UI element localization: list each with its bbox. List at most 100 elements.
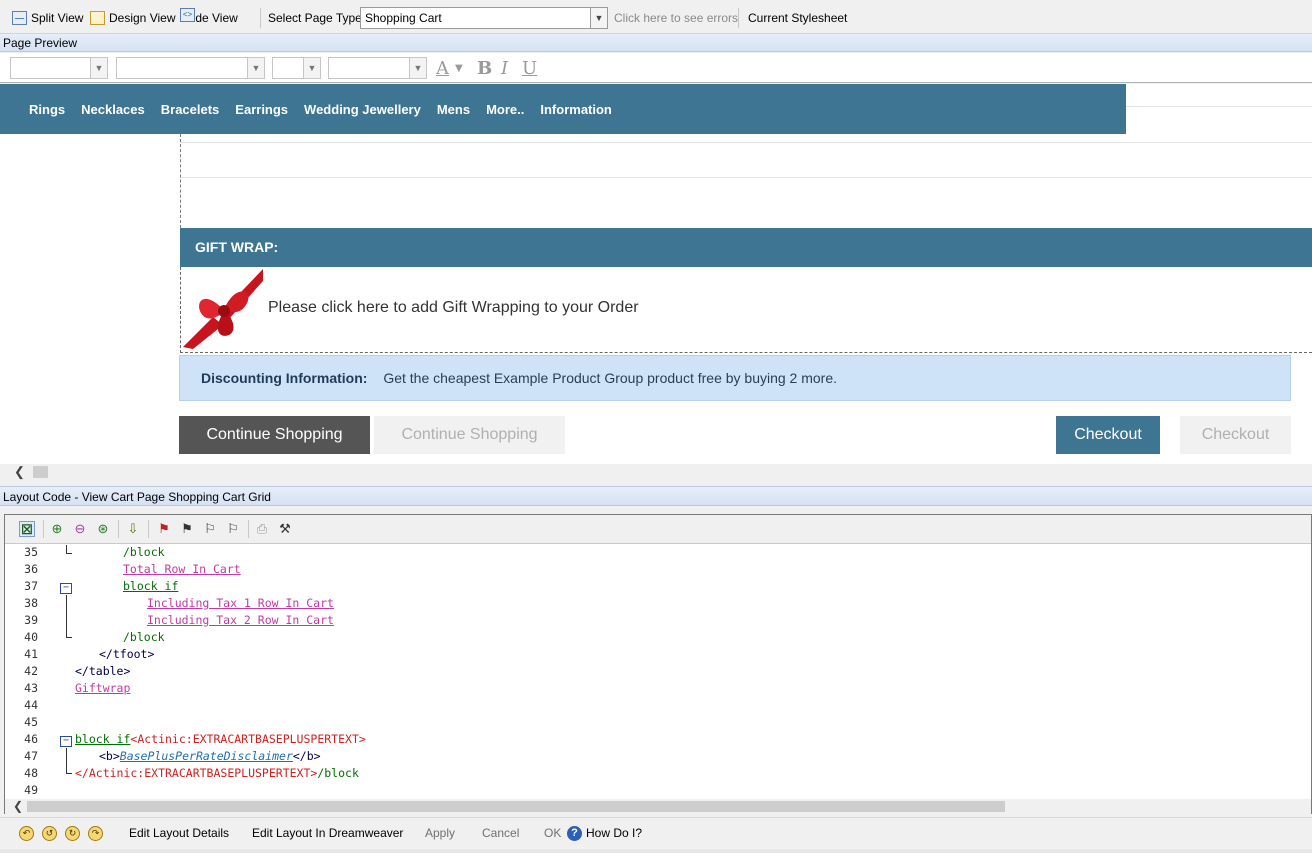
design-view-icon [90, 11, 105, 25]
how-do-i-button[interactable]: How Do I? [586, 826, 642, 840]
preview-horizontal-scrollbar[interactable]: ❮ [0, 464, 1312, 480]
bottom-action-bar: ↶ ↺ ↻ ↷ Edit Layout Details Edit Layout … [0, 817, 1312, 849]
insert-icon[interactable]: ⇩ [125, 521, 141, 537]
page-type-select[interactable]: Shopping Cart ▼ [360, 7, 608, 29]
zoom-reset-icon[interactable]: ⊛ [95, 521, 111, 537]
format-select[interactable]: ▼ [328, 57, 427, 79]
chevron-down-icon[interactable]: ▼ [590, 8, 607, 28]
current-stylesheet-button[interactable]: Current Stylesheet [748, 8, 847, 28]
giftwrap-section[interactable]: Please click here to add Gift Wrapping t… [180, 267, 1312, 353]
scrollbar-thumb[interactable] [33, 466, 48, 478]
zoom-in-icon[interactable]: ⊕ [49, 521, 65, 537]
chevron-down-icon: ▼ [247, 58, 264, 78]
code-token[interactable]: Total Row In Cart [123, 562, 241, 576]
underline-button[interactable]: U [522, 58, 537, 79]
code-line[interactable]: 35/block [5, 545, 1311, 562]
checkout-button[interactable]: Checkout [1056, 416, 1160, 454]
code-token[interactable]: block if [123, 579, 178, 593]
scroll-left-icon[interactable]: ❮ [14, 464, 25, 480]
code-line[interactable]: 49 [5, 783, 1311, 800]
cancel-button[interactable]: Cancel [482, 826, 519, 840]
continue-shopping-button[interactable]: Continue Shopping [179, 416, 370, 454]
navigate-last-icon[interactable]: ↷ [88, 826, 103, 841]
layout-code-editor: ☒ ⊕ ⊖ ⊛ ⇩ ⚑ ⚑ ⚐ ⚐ ⎙ ⚒ − − 35/block 36 Tota… [4, 514, 1312, 814]
divider [180, 177, 1312, 178]
bookmark-clear-icon[interactable]: ⚐ [225, 521, 241, 537]
code-line[interactable]: 40/block [5, 630, 1311, 647]
nav-item-wedding-jewellery[interactable]: Wedding Jewellery [304, 102, 421, 117]
line-number: 48 [24, 766, 38, 780]
font-color-dropdown-icon[interactable]: ▼ [455, 63, 463, 74]
bookmark-next-icon[interactable]: ⚑ [179, 521, 195, 537]
page-type-value: Shopping Cart [365, 11, 442, 25]
nav-item-more[interactable]: More.. [486, 102, 524, 117]
continue-shopping-button-disabled[interactable]: Continue Shopping [374, 416, 565, 454]
code-line[interactable]: 39 Including Tax 2 Row In Cart [5, 613, 1311, 630]
scrollbar-thumb[interactable] [27, 801, 1005, 812]
nav-item-necklaces[interactable]: Necklaces [81, 102, 145, 117]
edit-layout-details-button[interactable]: Edit Layout Details [129, 826, 229, 840]
zoom-out-icon[interactable]: ⊖ [72, 521, 88, 537]
code-line[interactable]: 36 Total Row In Cart [5, 562, 1311, 579]
split-view-label: Split View [31, 11, 84, 25]
code-token: /block [123, 630, 165, 644]
code-line[interactable]: 44 [5, 698, 1311, 715]
code-token[interactable]: BasePlusPerRateDisclaimer [120, 749, 293, 763]
code-line[interactable]: 43 Giftwrap [5, 681, 1311, 698]
bookmark-set-icon[interactable]: ⚑ [156, 521, 172, 537]
edit-in-dreamweaver-button[interactable]: Edit Layout In Dreamweaver [252, 826, 403, 840]
apply-button[interactable]: Apply [425, 826, 455, 840]
code-horizontal-scrollbar[interactable]: ❮ [5, 799, 1311, 814]
print-icon[interactable]: ⎙ [254, 521, 270, 537]
scroll-left-icon[interactable]: ❮ [13, 799, 23, 813]
design-view-button[interactable]: Design View [90, 8, 175, 28]
code-line[interactable]: 46 block if<Actinic:EXTRACARTBASEPLUSPERT… [5, 732, 1311, 749]
bookmark-prev-icon[interactable]: ⚐ [202, 521, 218, 537]
toggle-view-icon[interactable]: ☒ [19, 521, 35, 537]
navigate-back-icon[interactable]: ↺ [42, 826, 57, 841]
toolbar-separator [248, 520, 249, 538]
code-lines[interactable]: − − 35/block 36 Total Row In Cart 37 block i… [5, 545, 1311, 800]
code-line[interactable]: 38 Including Tax 1 Row In Cart [5, 596, 1311, 613]
nav-item-earrings[interactable]: Earrings [235, 102, 288, 117]
font-color-icon[interactable]: A [436, 58, 449, 79]
font-family-select[interactable]: ▼ [10, 57, 108, 79]
font-style-select[interactable]: ▼ [116, 57, 265, 79]
font-size-select[interactable]: ▼ [272, 57, 321, 79]
line-number: 49 [24, 783, 38, 797]
layout-code-header: Layout Code - View Cart Page Shopping Ca… [0, 486, 1312, 506]
code-token[interactable]: Including Tax 2 Row In Cart [147, 613, 334, 627]
nav-item-information[interactable]: Information [540, 102, 612, 117]
giftwrap-link[interactable]: Please click here to add Gift Wrapping t… [268, 299, 639, 317]
line-number: 39 [24, 613, 38, 627]
toolbar-separator [260, 8, 261, 28]
italic-button[interactable]: I [501, 58, 508, 79]
nav-item-bracelets[interactable]: Bracelets [161, 102, 220, 117]
code-token[interactable]: Giftwrap [75, 681, 130, 695]
code-text: </table> [75, 664, 130, 678]
select-page-type-label: Select Page Type [268, 11, 362, 25]
code-view-button[interactable]: <> Code View [180, 8, 238, 28]
code-line[interactable]: 48 </Actinic:EXTRACARTBASEPLUSPERTEXT>/bl… [5, 766, 1311, 783]
ok-button[interactable]: OK [544, 826, 561, 840]
code-token[interactable]: Including Tax 1 Row In Cart [147, 596, 334, 610]
code-line[interactable]: 41 </tfoot> [5, 647, 1311, 664]
bold-button[interactable]: B [477, 58, 492, 79]
line-number: 38 [24, 596, 38, 610]
help-icon[interactable]: ? [567, 826, 582, 841]
split-view-button[interactable]: Split View [12, 8, 83, 28]
code-line[interactable]: 42 </table> [5, 664, 1311, 681]
errors-link[interactable]: Click here to see errors [614, 8, 738, 28]
code-token: </b> [292, 749, 321, 763]
code-token[interactable]: block if [75, 732, 130, 746]
code-line[interactable]: 37 block if [5, 579, 1311, 596]
code-line[interactable]: 45 [5, 715, 1311, 732]
code-text: Giftwrap [75, 681, 130, 695]
nav-item-mens[interactable]: Mens [437, 102, 470, 117]
tools-icon[interactable]: ⚒ [277, 521, 293, 537]
navigate-first-icon[interactable]: ↶ [19, 826, 34, 841]
nav-item-rings[interactable]: Rings [29, 102, 65, 117]
navigate-forward-icon[interactable]: ↻ [65, 826, 80, 841]
checkout-button-disabled[interactable]: Checkout [1180, 416, 1291, 454]
code-line[interactable]: 47 <b>BasePlusPerRateDisclaimer</b> [5, 749, 1311, 766]
